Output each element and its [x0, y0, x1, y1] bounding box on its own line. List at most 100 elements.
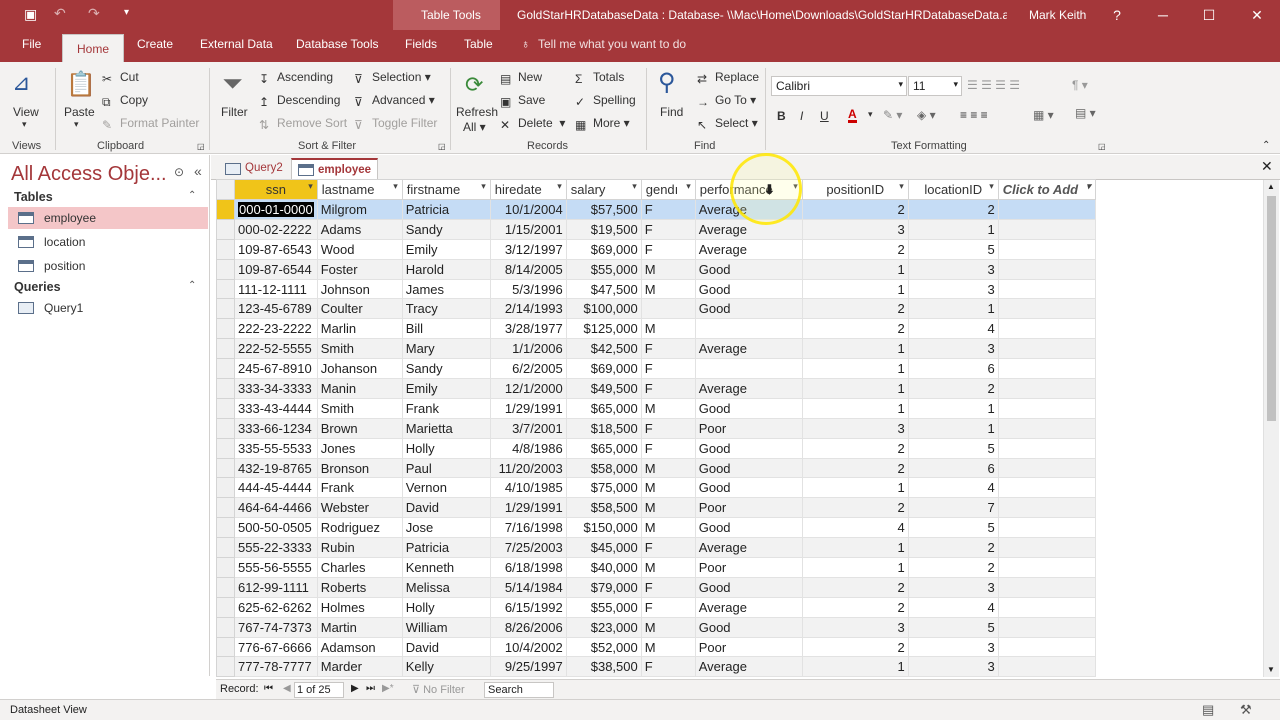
table-row[interactable]: 335-55-5533 Jones Holly 4/8/1986 $65,000 F Goo… — [216, 437, 1096, 459]
table-cell[interactable]: F — [640, 199, 696, 220]
row-selector[interactable] — [216, 656, 235, 678]
click-to-add-cell[interactable] — [997, 278, 1096, 300]
new-record-button[interactable]: ▤ New — [500, 70, 542, 86]
table-cell[interactable]: Frank — [401, 397, 491, 419]
table-cell[interactable]: 625-62-6262 — [234, 596, 318, 618]
refresh-all-label[interactable]: All ▾ — [463, 120, 486, 134]
table-cell[interactable]: Good — [694, 298, 803, 320]
table-cell[interactable]: Martin — [316, 616, 403, 638]
table-cell[interactable] — [694, 358, 803, 380]
table-cell[interactable]: Average — [694, 338, 803, 360]
table-cell[interactable]: Kelly — [401, 656, 491, 678]
table-cell[interactable]: 7/25/2003 — [489, 537, 567, 559]
delete-record-button[interactable]: ✕ Delete ▾ — [500, 116, 565, 132]
nav-item-position[interactable]: position — [8, 255, 208, 277]
row-selector[interactable] — [216, 258, 235, 280]
table-cell[interactable]: 612-99-1111 — [234, 576, 318, 598]
column-dropdown-icon[interactable]: ▾ — [557, 181, 562, 192]
table-cell[interactable]: M — [640, 636, 696, 658]
table-cell[interactable]: $69,000 — [565, 358, 642, 380]
table-cell[interactable]: 7/16/1998 — [489, 517, 567, 539]
table-cell[interactable]: $23,000 — [565, 616, 642, 638]
table-cell[interactable]: 3 — [907, 278, 999, 300]
row-selector[interactable] — [216, 278, 235, 300]
row-selector[interactable] — [216, 437, 235, 459]
column-header-hiredate[interactable]: hiredate ▾ — [489, 179, 567, 200]
table-cell[interactable]: 6/15/1992 — [489, 596, 567, 618]
table-cell[interactable]: 1 — [801, 338, 909, 360]
table-cell[interactable]: 555-56-5555 — [234, 557, 318, 578]
prev-record-icon[interactable]: ◀ — [283, 683, 291, 694]
table-row[interactable]: 333-43-4444 Smith Frank 1/29/1991 $65,000 M Go… — [216, 397, 1096, 419]
table-cell[interactable]: 8/26/2006 — [489, 616, 567, 638]
table-cell[interactable]: M — [640, 557, 696, 578]
table-cell[interactable]: 1 — [801, 537, 909, 559]
filter-button[interactable]: Filter — [221, 105, 248, 119]
row-selector[interactable] — [216, 457, 235, 479]
table-cell[interactable]: Rubin — [316, 537, 403, 559]
click-to-add-cell[interactable] — [997, 497, 1096, 519]
table-cell[interactable]: F — [640, 338, 696, 360]
nav-pane-title[interactable]: All Access Obje... — [11, 163, 167, 186]
table-cell[interactable]: 10/4/2002 — [489, 636, 567, 658]
table-cell[interactable]: Sandy — [401, 218, 491, 240]
table-cell[interactable]: Frank — [316, 477, 403, 499]
table-cell[interactable]: $45,000 — [565, 537, 642, 559]
table-cell[interactable]: 5 — [907, 517, 999, 539]
table-cell[interactable]: Kenneth — [401, 557, 491, 578]
clipboard-launcher-icon[interactable]: ◲ — [197, 142, 205, 151]
table-cell[interactable]: $19,500 — [565, 218, 642, 240]
table-cell[interactable]: $55,000 — [565, 258, 642, 280]
table-cell[interactable]: Sandy — [401, 358, 491, 380]
table-cell[interactable]: 2 — [801, 596, 909, 618]
table-cell[interactable]: 1 — [801, 258, 909, 280]
table-cell[interactable]: 335-55-5533 — [234, 437, 318, 459]
table-cell[interactable]: 3 — [907, 576, 999, 598]
table-cell[interactable]: F — [640, 358, 696, 380]
table-cell[interactable]: 1/29/1991 — [489, 497, 567, 519]
click-to-add-cell[interactable] — [997, 417, 1096, 439]
table-cell[interactable]: 4 — [907, 477, 999, 499]
tab-query2[interactable]: Query2 — [219, 158, 289, 180]
table-cell[interactable]: 500-50-0505 — [234, 517, 318, 539]
table-cell[interactable]: Bill — [401, 318, 491, 340]
table-cell[interactable]: M — [640, 517, 696, 539]
table-cell[interactable]: Patricia — [401, 537, 491, 559]
table-cell[interactable]: 2 — [801, 457, 909, 479]
user-name[interactable]: Mark Keith — [1029, 8, 1086, 22]
datasheet-view-icon[interactable]: ▤ — [1202, 702, 1214, 718]
table-cell[interactable]: 3 — [801, 417, 909, 439]
row-selector[interactable] — [216, 636, 235, 658]
table-cell[interactable]: 5/3/1996 — [489, 278, 567, 300]
table-cell[interactable]: Good — [694, 517, 803, 539]
table-cell[interactable]: 1/29/1991 — [489, 397, 567, 419]
table-cell[interactable]: 11/20/2003 — [489, 457, 567, 479]
table-cell[interactable]: 2 — [801, 238, 909, 260]
rtl-icon[interactable]: ¶ ▾ — [1072, 78, 1088, 92]
table-cell[interactable]: 3 — [801, 218, 909, 240]
table-cell[interactable]: M — [640, 397, 696, 419]
column-dropdown-icon[interactable]: ▾ — [632, 181, 637, 192]
table-cell[interactable]: $40,000 — [565, 557, 642, 578]
table-cell[interactable]: Good — [694, 616, 803, 638]
select-all-corner[interactable] — [216, 179, 235, 200]
table-cell[interactable]: F — [640, 537, 696, 559]
view-button[interactable]: View — [13, 105, 39, 119]
table-cell[interactable]: 12/1/2000 — [489, 378, 567, 399]
text-formatting-launcher-icon[interactable]: ◲ — [1098, 142, 1106, 151]
table-cell[interactable]: 1 — [801, 278, 909, 300]
tab-external-data[interactable]: External Data — [200, 37, 273, 51]
table-cell[interactable]: 1 — [801, 557, 909, 578]
table-cell[interactable]: 2 — [801, 437, 909, 459]
table-cell[interactable]: Good — [694, 457, 803, 479]
click-to-add-cell[interactable] — [997, 358, 1096, 380]
table-cell[interactable]: Emily — [401, 378, 491, 399]
table-cell[interactable]: Holmes — [316, 596, 403, 618]
table-cell[interactable]: 5 — [907, 437, 999, 459]
font-color-icon[interactable]: A — [848, 108, 857, 123]
minimize-button[interactable]: ─ — [1140, 0, 1186, 30]
align-icons[interactable]: ≡ ≡ ≡ — [960, 108, 988, 122]
click-to-add-cell[interactable] — [997, 656, 1096, 678]
table-cell[interactable]: Average — [694, 656, 803, 678]
table-cell[interactable]: 1 — [801, 397, 909, 419]
